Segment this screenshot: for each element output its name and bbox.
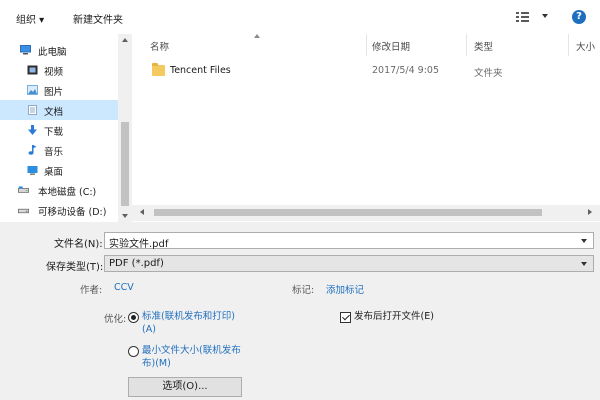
nav-item-label: 视频 [44,67,64,78]
nav-scrollbar[interactable] [118,34,132,222]
sort-ascending-icon [254,34,260,38]
optimize-standard-radio[interactable] [128,312,139,323]
nav-item-label: 音乐 [44,147,64,158]
list-scrollbar[interactable] [132,205,600,221]
column-header-type[interactable]: 类型 [474,39,493,53]
documents-icon [28,105,37,115]
navigation-pane: 此电脑 视频 图片 文档 下载 音乐 桌面 本地磁盘 (C:) 可移动设备 (D… [0,34,132,222]
organize-button[interactable]: 组织 ▾ [16,11,44,26]
filetype-label: 保存类型(T): [46,262,104,273]
toolbar: 组织 ▾ 新建文件夹 ? [0,0,600,34]
filetype-value: PDF (*.pdf) [109,258,164,269]
file-modified: 2017/5/4 9:05 [372,65,440,76]
option-text-line: 最小文件大小(联机发布 [142,345,241,356]
help-icon[interactable]: ? [572,10,586,24]
pictures-icon [27,85,38,95]
download-icon [28,125,37,135]
scrollbar-thumb[interactable] [121,122,129,206]
chevron-down-icon [581,262,587,266]
optimize-minimum-label[interactable]: 最小文件大小(联机发布 布)(M) [142,344,241,370]
filename-field[interactable]: 实验文件.pdf [104,232,594,250]
open-after-publish-label[interactable]: 发布后打开文件(E) [354,310,434,323]
option-text-line: (A) [142,324,156,335]
chevron-down-icon [542,14,548,18]
nav-item-label: 本地磁盘 (C:) [38,187,97,198]
video-icon [27,65,38,75]
drive-icon [18,186,29,193]
nav-item-desktop[interactable]: 桌面 [0,160,118,180]
filename-label: 文件名(N): [54,239,103,250]
music-icon [28,145,37,155]
nav-item-local-disk-c[interactable]: 本地磁盘 (C:) [0,180,118,200]
column-header-size[interactable]: 大小 [576,39,595,53]
nav-item-videos[interactable]: 视频 [0,60,118,80]
open-after-publish-checkbox[interactable] [340,312,351,323]
file-type: 文件夹 [474,68,503,79]
tags-label: 标记: [292,285,315,296]
optimize-minimum-radio[interactable] [128,346,139,357]
removable-drive-icon [18,208,29,214]
tags-field[interactable]: 添加标记 [326,282,364,296]
view-options-button[interactable] [516,9,550,25]
nav-item-music[interactable]: 音乐 [0,140,118,160]
nav-item-label: 下载 [44,127,64,138]
option-text-line: 布)(M) [142,358,171,369]
view-options-icon [516,12,529,22]
list-item[interactable]: Tencent Files 2017/5/4 9:05 文件夹 [146,62,596,82]
new-folder-button[interactable]: 新建文件夹 [73,11,123,26]
desktop-icon [27,166,38,175]
chevron-down-icon[interactable] [581,239,587,243]
scroll-up-icon[interactable] [122,38,128,42]
filename-value: 实验文件.pdf [109,239,169,250]
option-text-line: 标准(联机发布和打印) [142,311,235,322]
scroll-down-icon[interactable] [122,214,128,218]
scroll-left-icon[interactable] [140,209,144,215]
save-options-panel: 文件名(N): 实验文件.pdf 保存类型(T): PDF (*.pdf) 作者… [0,222,600,400]
author-label: 作者: [80,285,103,296]
nav-item-documents[interactable]: 文档 [0,100,118,120]
author-field[interactable]: CCV [114,282,134,293]
nav-item-label: 图片 [44,87,64,98]
optimize-standard-label[interactable]: 标准(联机发布和打印) (A) [142,310,235,336]
nav-item-label: 桌面 [44,167,64,178]
file-list: 名称 修改日期 类型 大小 Tencent Files 2017/5/4 9:0… [132,34,600,222]
scrollbar-thumb[interactable] [154,209,542,216]
nav-item-downloads[interactable]: 下载 [0,120,118,140]
filetype-select[interactable]: PDF (*.pdf) [104,255,594,272]
column-header-name[interactable]: 名称 [150,39,169,53]
nav-item-label: 此电脑 [38,47,67,58]
computer-icon [20,45,31,55]
nav-item-this-pc[interactable]: 此电脑 [0,40,118,60]
column-header-date[interactable]: 修改日期 [372,39,410,53]
file-name: Tencent Files [170,65,231,76]
nav-item-label: 可移动设备 (D:) [38,207,107,218]
optimize-label: 优化: [104,314,127,325]
column-divider[interactable] [466,34,467,56]
column-divider[interactable] [366,34,367,56]
scroll-right-icon[interactable] [588,209,592,215]
nav-item-label: 文档 [44,107,64,118]
options-button[interactable]: 选项(O)... [128,377,242,397]
nav-item-pictures[interactable]: 图片 [0,80,118,100]
nav-item-removable-d[interactable]: 可移动设备 (D:) [0,200,118,220]
folder-icon [152,63,165,76]
column-divider[interactable] [568,34,569,56]
